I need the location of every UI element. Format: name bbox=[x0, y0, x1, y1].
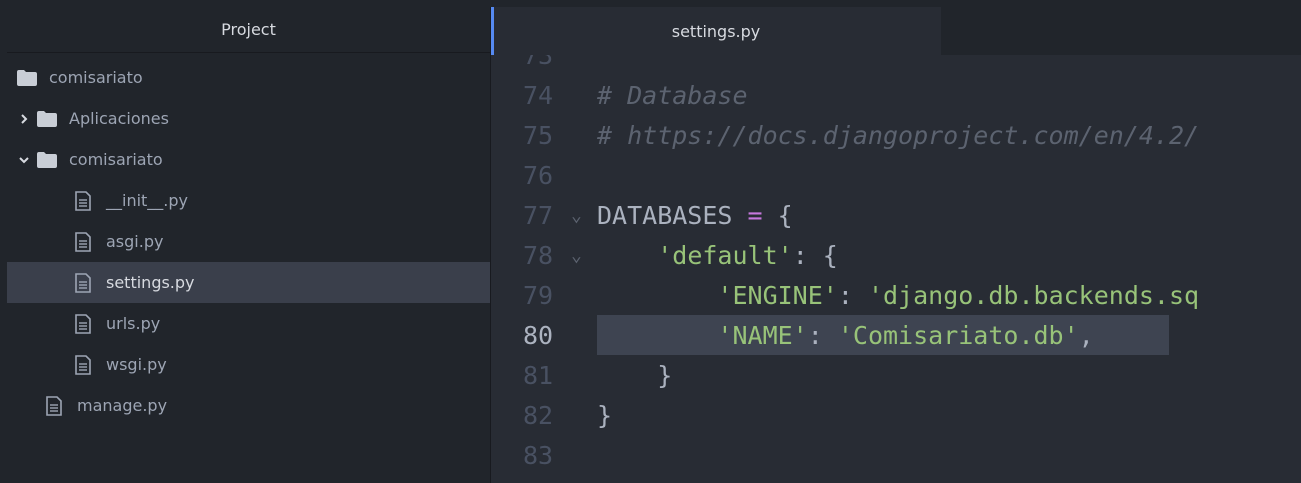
code-text: } bbox=[597, 401, 612, 430]
panel-title: Project bbox=[7, 7, 490, 53]
code-line[interactable]: 75 # https://docs.djangoproject.com/en/4.… bbox=[491, 115, 1301, 155]
tree-item-label: wsgi.py bbox=[106, 355, 167, 374]
code-text: DATABASES = { bbox=[597, 201, 793, 230]
file-tree: comisariato Aplicaciones comisariato __init… bbox=[7, 57, 490, 426]
code-token: } bbox=[597, 360, 673, 390]
code-token: # Database bbox=[597, 80, 748, 110]
file-icon bbox=[74, 231, 92, 252]
tree-item-label: settings.py bbox=[106, 273, 195, 292]
tree-file[interactable]: __init__.py bbox=[7, 180, 490, 221]
code-token: 'django.db.backends.sq bbox=[867, 280, 1200, 310]
code-line[interactable]: 73 bbox=[491, 55, 1301, 75]
line-number: 82 bbox=[523, 400, 554, 430]
line-number: 74 bbox=[523, 80, 554, 110]
line-number: 78 bbox=[523, 240, 554, 270]
tree-file[interactable]: asgi.py bbox=[7, 221, 490, 262]
line-number: 81 bbox=[523, 360, 554, 390]
code-area[interactable]: 73 74 # Database 75 # https://docs.djangopro… bbox=[491, 55, 1301, 483]
tree-item-label: manage.py bbox=[77, 396, 168, 415]
tree-file[interactable]: wsgi.py bbox=[7, 344, 490, 385]
chevron-down-icon[interactable] bbox=[17, 153, 31, 167]
tree-file[interactable]: urls.py bbox=[7, 303, 490, 344]
line-number: 73 bbox=[523, 55, 554, 70]
file-icon bbox=[74, 190, 92, 211]
code-token: # https://docs.djangoproject.com/en/4.2/ bbox=[597, 120, 1200, 150]
code-token: : bbox=[837, 280, 868, 310]
code-text: } bbox=[597, 361, 672, 390]
line-number: 80 bbox=[523, 320, 554, 350]
fold-chevron-icon[interactable]: ⌄ bbox=[571, 245, 582, 266]
fold-chevron-icon[interactable]: ⌄ bbox=[571, 205, 582, 226]
line-number: 77 bbox=[523, 200, 554, 230]
code-line[interactable]: 79 'ENGINE': 'django.db.backends.sq bbox=[491, 275, 1301, 315]
chevron-right-icon[interactable] bbox=[17, 112, 31, 126]
code-line[interactable]: 76 bbox=[491, 155, 1301, 195]
code-line[interactable]: 78 ⌄ 'default': { bbox=[491, 235, 1301, 275]
tab-bar: settings.py bbox=[491, 7, 1301, 55]
tree-item-label: comisariato bbox=[49, 68, 143, 87]
tree-item-label: comisariato bbox=[69, 150, 163, 169]
code-token: : { bbox=[792, 240, 838, 270]
code-text: 'NAME': 'Comisariato.db', bbox=[597, 320, 1094, 350]
code-text: # Database bbox=[597, 81, 748, 110]
line-number: 76 bbox=[523, 160, 554, 190]
code-token: } bbox=[597, 400, 613, 430]
line-number: 79 bbox=[523, 280, 554, 310]
tree-item-label: Aplicaciones bbox=[69, 109, 169, 128]
code-text: # https://docs.djangoproject.com/en/4.2/ bbox=[597, 121, 1199, 150]
folder-icon bbox=[17, 69, 37, 86]
tree-folder[interactable]: comisariato bbox=[7, 57, 490, 98]
code-token: { bbox=[762, 200, 793, 230]
code-line[interactable]: 80 'NAME': 'Comisariato.db', bbox=[491, 315, 1301, 355]
code-token: DATABASES bbox=[597, 200, 748, 230]
editor-window: Project comisariato Aplicaciones comisaria… bbox=[7, 7, 1301, 483]
code-line[interactable]: 83 bbox=[491, 435, 1301, 475]
code-token: 'Comisariato.db' bbox=[837, 320, 1079, 350]
file-icon bbox=[74, 272, 92, 293]
code-token: 'NAME' bbox=[717, 320, 808, 350]
code-line[interactable]: 81 } bbox=[491, 355, 1301, 395]
code-token: 'ENGINE' bbox=[717, 280, 838, 310]
tree-folder[interactable]: Aplicaciones bbox=[7, 98, 490, 139]
tree-folder[interactable]: comisariato bbox=[7, 139, 490, 180]
line-number: 75 bbox=[523, 120, 554, 150]
tree-file[interactable]: settings.py bbox=[7, 262, 490, 303]
code-line[interactable]: 82} bbox=[491, 395, 1301, 435]
file-icon bbox=[45, 395, 63, 416]
code-token: , bbox=[1078, 320, 1094, 350]
code-token: = bbox=[747, 200, 763, 230]
code-line[interactable]: 77 ⌄ DATABASES = { bbox=[491, 195, 1301, 235]
tree-item-label: asgi.py bbox=[106, 232, 164, 251]
code-line[interactable]: 74 # Database bbox=[491, 75, 1301, 115]
project-sidebar: Project comisariato Aplicaciones comisaria… bbox=[7, 7, 490, 483]
line-number: 83 bbox=[523, 440, 554, 470]
code-text: 'ENGINE': 'django.db.backends.sq bbox=[597, 281, 1199, 310]
tab-settings-py[interactable]: settings.py bbox=[491, 7, 941, 55]
file-icon bbox=[74, 354, 92, 375]
folder-icon bbox=[37, 151, 57, 168]
tree-file[interactable]: manage.py bbox=[7, 385, 490, 426]
tree-item-label: urls.py bbox=[106, 314, 161, 333]
tree-item-label: __init__.py bbox=[106, 191, 189, 210]
code-token: : bbox=[807, 320, 838, 350]
code-editor[interactable]: settings.py 73 74 # Database 75 # https://do… bbox=[491, 7, 1301, 483]
code-text: 'default': { bbox=[597, 241, 838, 270]
code-token: 'default' bbox=[657, 240, 793, 270]
folder-icon bbox=[37, 110, 57, 127]
file-icon bbox=[74, 313, 92, 334]
